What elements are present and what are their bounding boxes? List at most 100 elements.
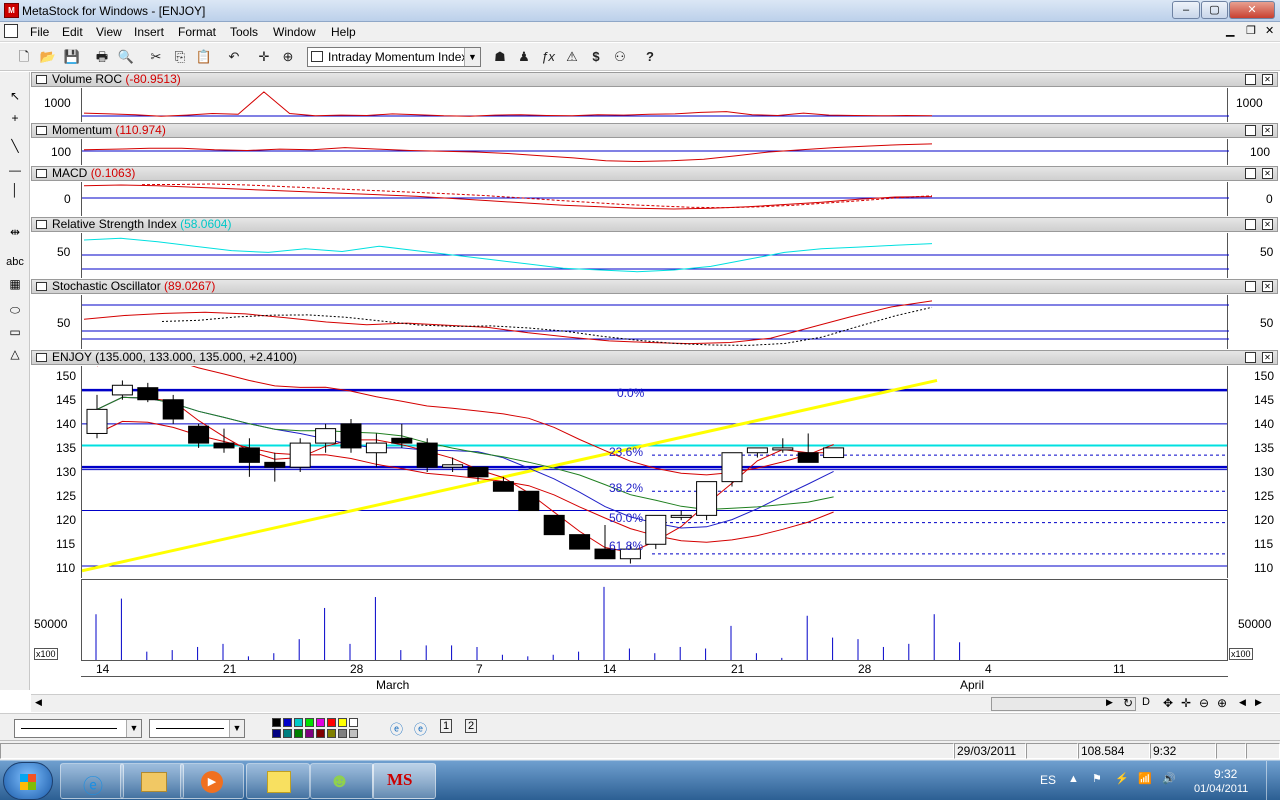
action-center-icon[interactable]: ⚑ — [1092, 772, 1102, 785]
menu-view[interactable]: View — [96, 25, 122, 39]
panel-maximize-icon[interactable] — [1245, 219, 1256, 230]
page1-icon[interactable]: 1 — [440, 719, 453, 733]
taskbar-metastock[interactable]: MS — [372, 763, 436, 799]
rectangle-tool-icon[interactable]: ▭ — [4, 322, 26, 342]
taskbar-messenger[interactable]: ☻ — [310, 763, 374, 799]
child-close-button[interactable]: ✕ — [1265, 24, 1274, 37]
chevron-down-icon[interactable]: ▼ — [229, 720, 244, 737]
pan-icon[interactable]: ✥ — [1163, 696, 1173, 710]
menu-file[interactable]: File — [30, 25, 49, 39]
web-icon[interactable]: ⓔ — [390, 719, 403, 738]
color-swatch[interactable] — [327, 718, 336, 727]
color-swatch[interactable] — [349, 729, 358, 738]
paste-icon[interactable]: 📋 — [194, 47, 214, 67]
color-swatch[interactable] — [349, 718, 358, 727]
network-icon[interactable]: 📶 — [1138, 772, 1152, 785]
vertical-line-icon[interactable]: │ — [4, 180, 26, 200]
line-weight-select[interactable]: ▼ — [149, 719, 245, 738]
panel-close-icon[interactable]: ✕ — [1262, 352, 1273, 363]
chevron-down-icon[interactable]: ▼ — [464, 48, 480, 66]
clock-time[interactable]: 9:32 — [1214, 767, 1237, 781]
web-alt-icon[interactable]: ⓔ — [414, 719, 427, 738]
stochastic-panel[interactable] — [81, 295, 1229, 349]
scroll-arrows-icon[interactable]: ⇹ — [4, 222, 26, 242]
line-style-select[interactable]: ▼ — [14, 719, 142, 738]
system-tester-icon[interactable]: ⚠ — [562, 47, 582, 67]
page-left-icon[interactable]: ◀ — [1239, 697, 1246, 708]
cut-icon[interactable]: ✂ — [146, 47, 166, 67]
tray-expand-icon[interactable]: ▲ — [1068, 773, 1079, 785]
color-swatch[interactable] — [305, 729, 314, 738]
color-swatch[interactable] — [338, 718, 347, 727]
momentum-panel[interactable] — [81, 139, 1229, 165]
color-swatch[interactable] — [338, 729, 347, 738]
panel-maximize-icon[interactable] — [1245, 352, 1256, 363]
panel-header-price[interactable]: ENJOY (135.000, 133.000, 135.000, +2.410… — [31, 350, 1278, 365]
color-swatch[interactable] — [316, 718, 325, 727]
child-restore-button[interactable]: ❐ — [1246, 24, 1256, 37]
copy-icon[interactable]: ⎘ — [170, 47, 190, 67]
panel-close-icon[interactable]: ✕ — [1262, 168, 1273, 179]
clock-date[interactable]: 01/04/2011 — [1194, 783, 1248, 795]
formula-icon[interactable]: ƒx — [538, 47, 558, 67]
color-swatch[interactable] — [305, 718, 314, 727]
color-swatch[interactable] — [294, 718, 303, 727]
chevron-down-icon[interactable]: ▼ — [126, 720, 141, 737]
show-desktop-button[interactable] — [1266, 761, 1280, 801]
crosshair-icon[interactable]: ✛ — [254, 47, 274, 67]
refresh-icon[interactable]: ↻ — [1123, 696, 1133, 710]
taskbar-media[interactable]: ▶ — [180, 763, 244, 799]
color-swatch[interactable] — [294, 729, 303, 738]
pointer-icon[interactable]: ↖ — [4, 86, 26, 106]
menu-format[interactable]: Format — [178, 25, 216, 39]
binoculars-icon[interactable]: ⚇ — [610, 47, 630, 67]
horizontal-line-icon[interactable]: — — [4, 160, 26, 180]
maximize-button[interactable]: ▢ — [1201, 1, 1228, 19]
child-minimize-button[interactable]: ▁ — [1226, 24, 1234, 37]
close-button[interactable]: ✕ — [1229, 1, 1275, 19]
volume-roc-panel[interactable] — [81, 88, 1229, 122]
context-help-icon[interactable]: ? — [640, 47, 660, 67]
scroll-right-icon[interactable]: ▶ — [1106, 697, 1113, 708]
color-swatch[interactable] — [272, 718, 281, 727]
undo-icon[interactable]: ↶ — [224, 47, 244, 67]
scroll-thumb[interactable] — [991, 697, 1136, 711]
language-indicator[interactable]: ES — [1040, 773, 1056, 787]
panel-header-rsi[interactable]: Relative Strength Index (58.0604) ✕ — [31, 217, 1278, 232]
minimize-button[interactable]: – — [1172, 1, 1200, 19]
taskbar-ie[interactable]: ⓔ — [60, 763, 124, 799]
zoom-in-icon[interactable]: ⊕ — [1217, 696, 1227, 710]
dollar-icon[interactable]: $ — [586, 47, 606, 67]
trendline-icon[interactable]: ╲ — [4, 136, 26, 156]
new-icon[interactable]: 🗋 — [14, 47, 34, 67]
panel-header-momentum[interactable]: Momentum (110.974) ✕ — [31, 123, 1278, 138]
date-icon[interactable]: D — [1142, 696, 1150, 708]
app-icon[interactable]: M — [4, 3, 19, 18]
zoom-icon[interactable]: ⊕ — [278, 47, 298, 67]
document-icon[interactable] — [4, 24, 18, 38]
crosshair-tool-icon[interactable]: + — [4, 108, 26, 128]
indicator-select[interactable]: Intraday Momentum Index ▼ — [307, 47, 481, 67]
crosshair-small-icon[interactable]: ✛ — [1181, 696, 1191, 710]
start-button[interactable] — [3, 762, 53, 800]
price-chart-panel[interactable]: 0.0% 23.6% 38.2% 50.0% 61.8% — [81, 366, 1228, 578]
scroll-left-icon[interactable]: ◀ — [35, 697, 42, 708]
panel-header-stochastic[interactable]: Stochastic Oscillator (89.0267) ✕ — [31, 279, 1278, 294]
menu-insert[interactable]: Insert — [134, 25, 164, 39]
print-icon[interactable]: 🖶 — [92, 47, 112, 67]
expert-advisor-icon[interactable]: ☗ — [490, 47, 510, 67]
text-tool-icon[interactable]: abc — [4, 252, 26, 272]
page2-icon[interactable]: 2 — [465, 719, 478, 733]
color-swatch[interactable] — [283, 729, 292, 738]
menu-tools[interactable]: Tools — [230, 25, 258, 39]
save-icon[interactable]: 💾 — [62, 47, 82, 67]
color-swatch[interactable] — [272, 729, 281, 738]
panel-close-icon[interactable]: ✕ — [1262, 74, 1273, 85]
panel-maximize-icon[interactable] — [1245, 281, 1256, 292]
color-swatch[interactable] — [316, 729, 325, 738]
zoom-out-icon[interactable]: ⊖ — [1199, 696, 1209, 710]
menu-help[interactable]: Help — [331, 25, 356, 39]
volume-panel[interactable] — [81, 579, 1228, 661]
panel-close-icon[interactable]: ✕ — [1262, 219, 1273, 230]
macd-panel[interactable] — [81, 182, 1229, 216]
